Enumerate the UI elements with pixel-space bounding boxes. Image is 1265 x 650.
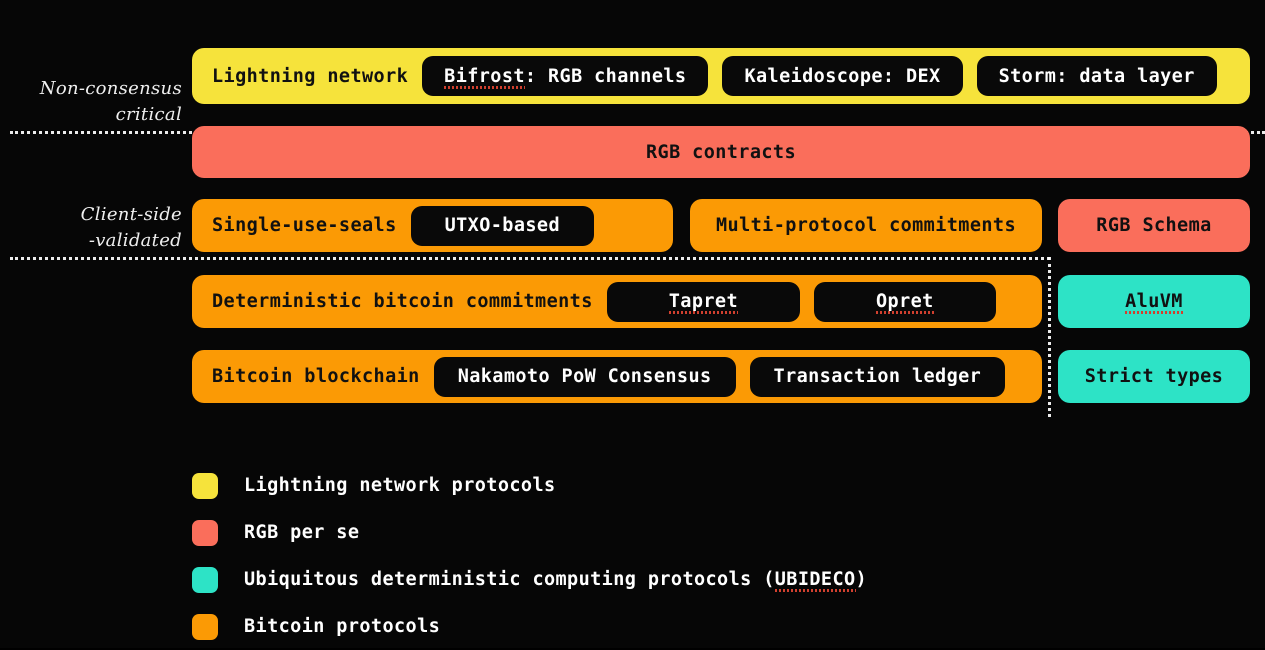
chip-opret[interactable]: Opret	[814, 281, 996, 322]
row-single-use-seals[interactable]: Single-use-seals UTXO-based	[192, 199, 673, 252]
side-label-client-side-validated: Client-side -validated	[80, 204, 182, 252]
legend-swatch-bitcoin-icon	[192, 613, 218, 640]
box-strict-types[interactable]: Strict types	[1058, 350, 1250, 403]
box-rgb-schema[interactable]: RGB Schema	[1058, 199, 1250, 252]
box-multi-protocol-commitments[interactable]: Multi-protocol commitments	[690, 199, 1042, 252]
chip-transaction-ledger[interactable]: Transaction ledger	[749, 356, 1006, 397]
legend-label-ubideco: Ubiquitous deterministic computing proto…	[244, 569, 868, 592]
row-deterministic-bitcoin-commitments-label: Deterministic bitcoin commitments	[212, 291, 593, 312]
legend-label-ubideco-tail: )	[855, 569, 868, 590]
chip-tapret-label: Tapret	[668, 291, 739, 314]
row-bitcoin-blockchain-label: Bitcoin blockchain	[212, 366, 420, 387]
divider-vertical-ubideco-boundary	[1048, 257, 1051, 417]
side-label-column: Non-consensus critical Client-side -vali…	[0, 0, 182, 648]
chip-bifrost-label-rest: : RGB channels	[524, 65, 687, 87]
legend-label-rgb: RGB per se	[244, 522, 360, 543]
divider-client-side-validated-boundary	[10, 257, 1050, 260]
row-single-use-seals-label: Single-use-seals	[212, 215, 397, 236]
row-deterministic-bitcoin-commitments[interactable]: Deterministic bitcoin commitments Tapret…	[192, 275, 1042, 328]
row-rgb-contracts[interactable]: RGB contracts	[192, 126, 1250, 178]
legend-label-lightning: Lightning network protocols	[244, 475, 556, 496]
chip-kaleidoscope[interactable]: Kaleidoscope: DEX	[722, 56, 963, 96]
chip-opret-label: Opret	[876, 291, 934, 314]
chip-utxo-based[interactable]: UTXO-based	[410, 205, 594, 246]
legend: Lightning network protocols RGB per se U…	[192, 462, 867, 650]
legend-label-bitcoin: Bitcoin protocols	[244, 616, 441, 637]
chip-storm[interactable]: Storm: data layer	[976, 56, 1217, 96]
row-lightning-network-label: Lightning network	[212, 65, 409, 87]
chip-bifrost-marked-word: Bifrost	[444, 65, 525, 89]
box-aluvm-label: AluVM	[1125, 291, 1183, 314]
legend-label-ubideco-marked-word: UBIDECO	[774, 569, 856, 592]
chip-tapret[interactable]: Tapret	[606, 281, 800, 322]
diagram-canvas: Non-consensus critical Client-side -vali…	[0, 0, 1265, 648]
row-bitcoin-blockchain[interactable]: Bitcoin blockchain Nakamoto PoW Consensu…	[192, 350, 1042, 403]
legend-swatch-rgb-icon	[192, 519, 218, 546]
legend-item-lightning: Lightning network protocols	[192, 462, 867, 509]
legend-item-rgb: RGB per se	[192, 509, 867, 556]
legend-item-bitcoin: Bitcoin protocols	[192, 603, 867, 650]
chip-nakamoto-pow-consensus[interactable]: Nakamoto PoW Consensus	[433, 356, 736, 397]
legend-label-ubideco-head: Ubiquitous deterministic computing proto…	[244, 569, 775, 590]
legend-swatch-ubideco-icon	[192, 566, 218, 593]
legend-item-ubideco: Ubiquitous deterministic computing proto…	[192, 556, 867, 603]
chip-bifrost[interactable]: Bifrost: RGB channels	[422, 56, 709, 96]
legend-swatch-lightning-icon	[192, 472, 218, 499]
side-label-non-consensus-critical: Non-consensus critical	[39, 78, 182, 126]
row-rgb-contracts-label: RGB contracts	[646, 141, 796, 163]
box-aluvm[interactable]: AluVM	[1058, 275, 1250, 328]
row-lightning-network[interactable]: Lightning network Bifrost: RGB channels …	[192, 48, 1250, 104]
